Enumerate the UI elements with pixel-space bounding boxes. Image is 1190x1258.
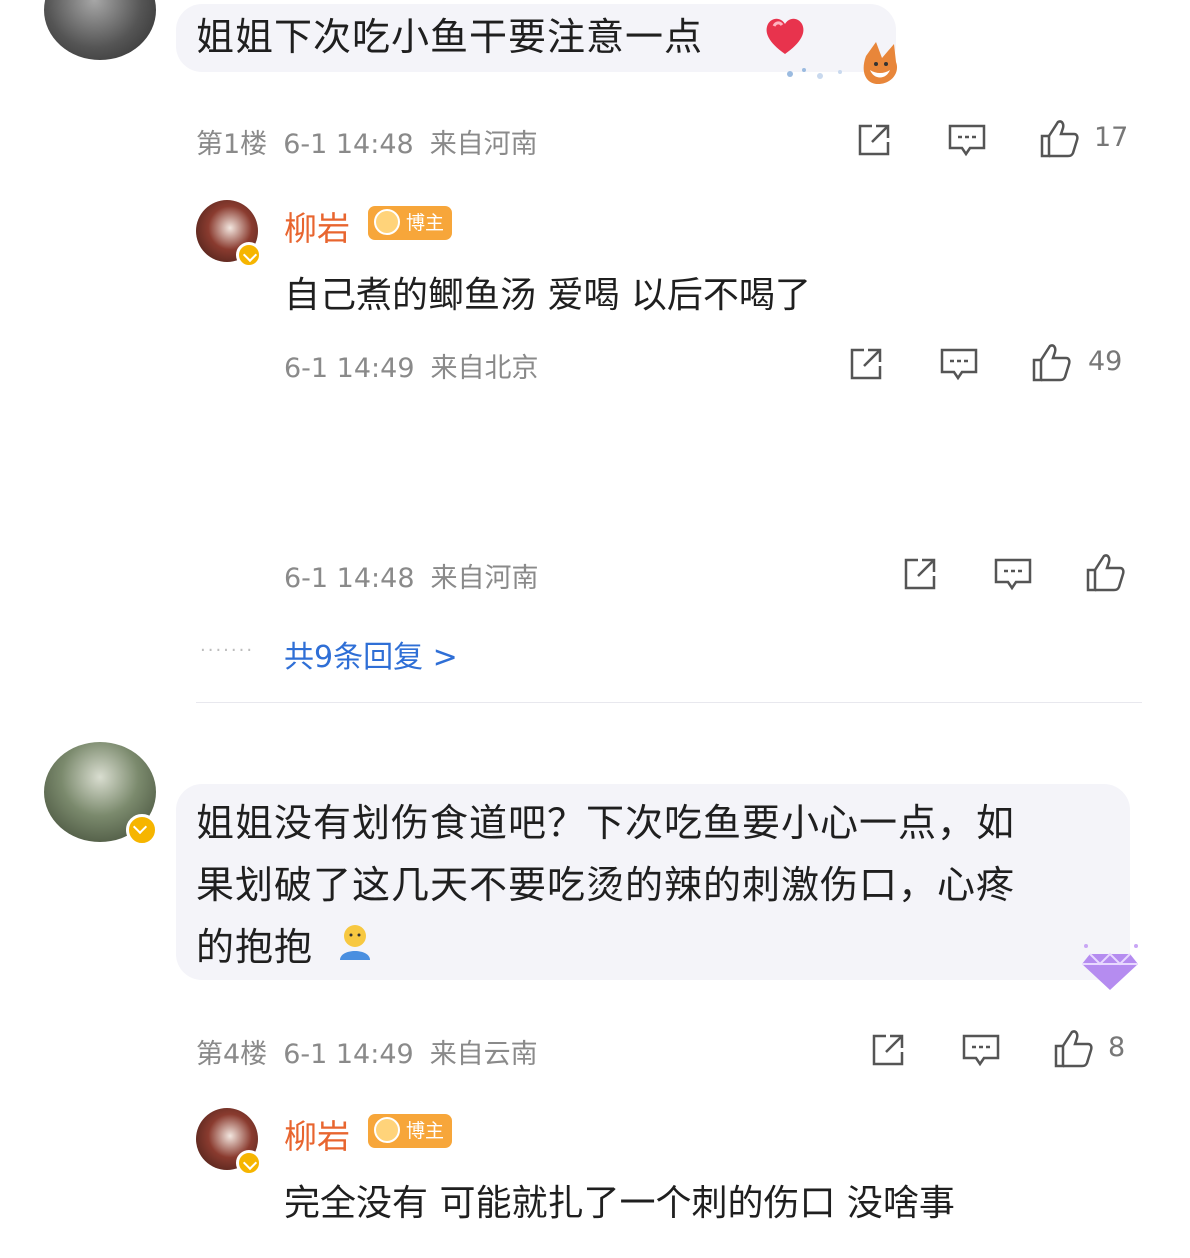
comment-text-line: 的抱抱 xyxy=(196,925,314,969)
reply-author[interactable]: 柳岩 xyxy=(284,202,350,250)
comment-divider xyxy=(196,702,1142,703)
comment-meta: 第4楼 6-1 14:49 来自云南 xyxy=(196,1032,554,1071)
reply-time: 6-1 14:49 xyxy=(284,353,415,384)
like-icon[interactable] xyxy=(1050,1026,1096,1072)
comment-text-line: 姐姐没有划伤食道吧？下次吃鱼要小心一点，如 xyxy=(196,801,1016,845)
verified-badge-icon xyxy=(126,814,158,846)
share-icon[interactable] xyxy=(868,1030,908,1070)
comment-icon[interactable] xyxy=(946,120,988,160)
comment-icon[interactable] xyxy=(938,344,980,384)
share-icon[interactable] xyxy=(854,120,894,160)
crown-icon xyxy=(374,1117,400,1143)
comment-time: 6-1 14:48 xyxy=(283,129,414,160)
reply-meta: 6-1 14:48 来自河南 xyxy=(284,556,555,595)
reply-meta: 6-1 14:49 来自北京 xyxy=(284,346,555,385)
comment-location: 来自云南 xyxy=(429,1039,538,1070)
like-icon[interactable] xyxy=(1028,340,1074,386)
comment-time: 6-1 14:49 xyxy=(283,1039,414,1070)
hug-emoji-icon xyxy=(340,925,370,960)
diamond-decoration-icon xyxy=(1082,944,1138,990)
reply-location: 来自北京 xyxy=(430,353,539,384)
reply-location: 来自河南 xyxy=(430,563,539,594)
reply-text: 完全没有 可能就扎了一个刺的伤口 没啥事 xyxy=(284,1183,955,1224)
owner-badge: 博主 xyxy=(368,206,452,240)
verified-badge-icon xyxy=(236,242,262,268)
share-icon[interactable] xyxy=(846,344,886,384)
comment-meta: 第1楼 6-1 14:48 来自河南 xyxy=(196,122,554,161)
verified-badge-icon xyxy=(236,1150,262,1176)
comment-icon[interactable] xyxy=(960,1030,1002,1070)
fox-decoration-icon xyxy=(787,42,898,84)
comment-text: 姐姐下次吃小鱼干要注意一点 xyxy=(196,15,704,59)
like-count: 8 xyxy=(1108,1032,1126,1063)
divider-dots: ······· xyxy=(200,640,255,661)
avatar[interactable] xyxy=(44,0,156,60)
owner-badge: 博主 xyxy=(368,1114,452,1148)
comment-text-line: 果划破了这几天不要吃烫的辣的刺激伤口，心疼 xyxy=(196,863,1016,907)
like-count: 49 xyxy=(1088,346,1123,377)
reply-author[interactable]: 柳岩 xyxy=(284,1110,350,1158)
like-count: 17 xyxy=(1094,122,1129,153)
reply-time: 6-1 14:48 xyxy=(284,563,415,594)
owner-badge-label: 博主 xyxy=(406,1120,445,1142)
comment-location: 来自河南 xyxy=(429,129,538,160)
reply-text: 自己煮的鲫鱼汤 爱喝 以后不喝了 xyxy=(284,275,811,316)
owner-badge-label: 博主 xyxy=(406,212,445,234)
floor-number: 第4楼 xyxy=(196,1039,268,1070)
like-icon[interactable] xyxy=(1036,116,1082,162)
floor-number: 第1楼 xyxy=(196,129,268,160)
like-icon[interactable] xyxy=(1082,550,1128,596)
comment-icon[interactable] xyxy=(992,554,1034,594)
crown-icon xyxy=(374,209,400,235)
more-replies-link[interactable]: 共9条回复 > xyxy=(284,632,458,676)
share-icon[interactable] xyxy=(900,554,940,594)
